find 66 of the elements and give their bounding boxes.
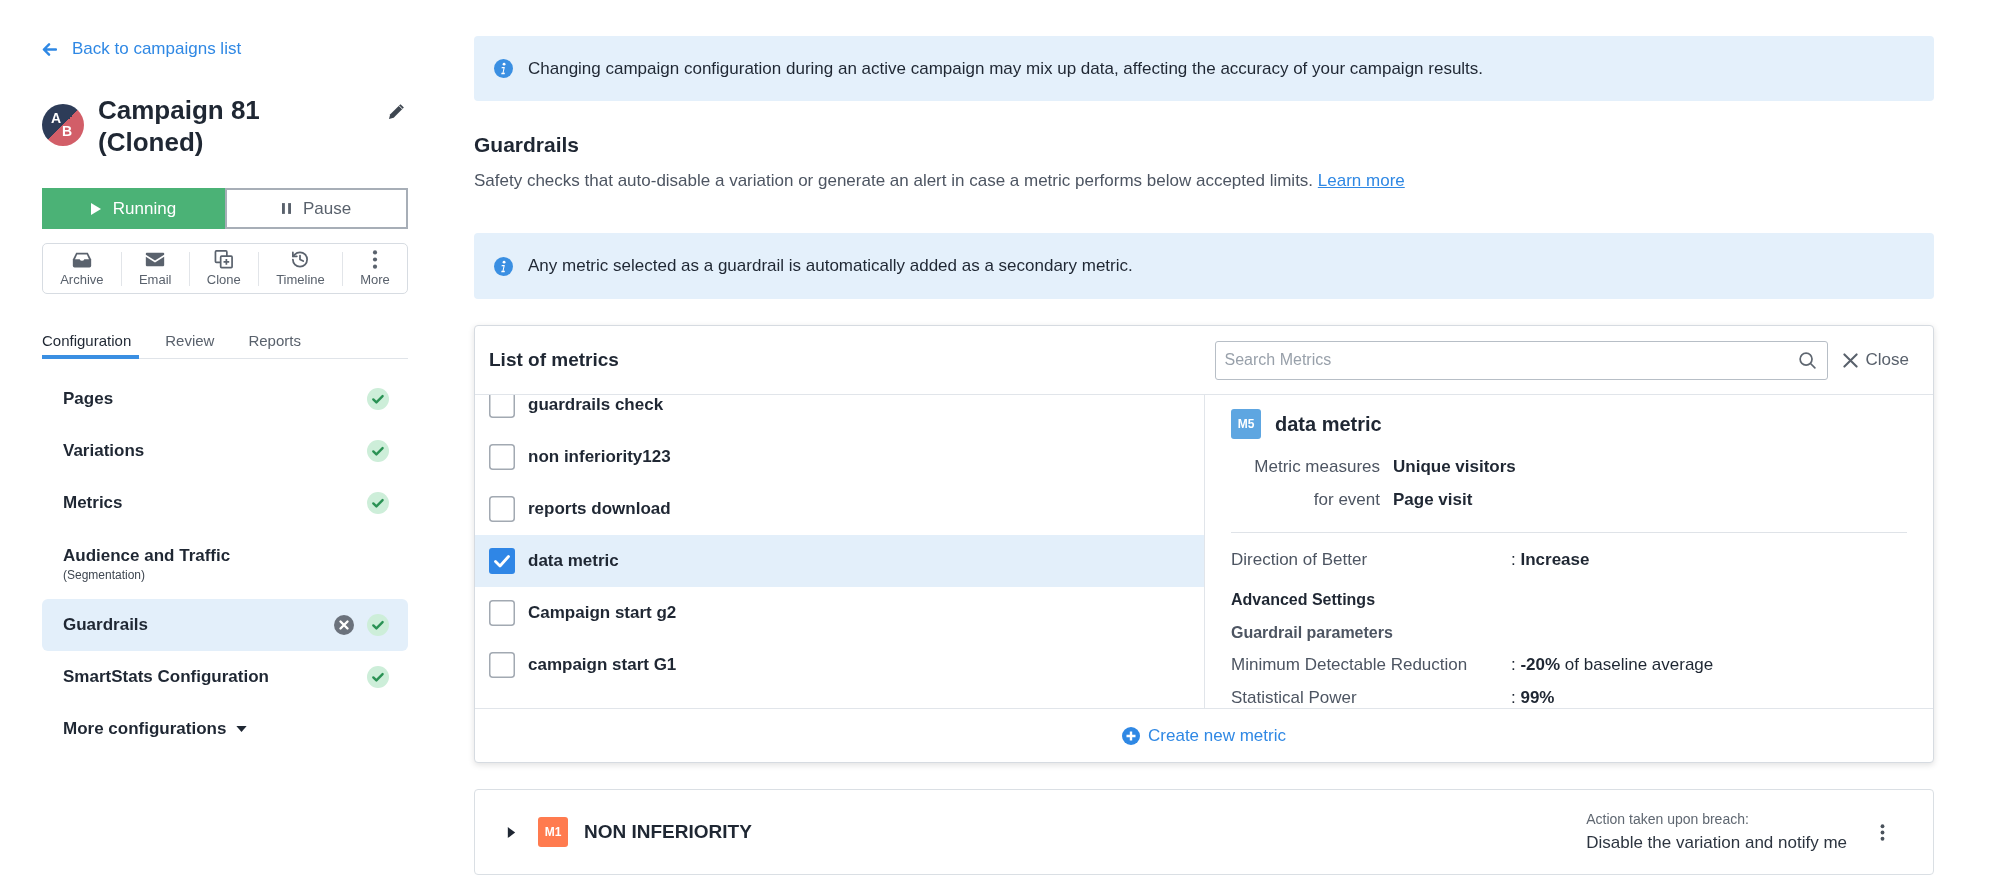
status-button[interactable]: Pause xyxy=(225,188,408,229)
detail-label: Direction of Better xyxy=(1231,549,1369,571)
checkbox[interactable] xyxy=(489,395,515,418)
panel-title: List of metrics xyxy=(489,347,619,372)
plus-circle-icon xyxy=(1122,726,1141,745)
toolbar-button[interactable]: Clone xyxy=(189,249,258,288)
tab[interactable]: Review xyxy=(165,331,223,359)
search-field[interactable]: Search Metrics xyxy=(1214,340,1828,380)
metric-id-badge: M5 xyxy=(1231,409,1261,439)
pause-icon xyxy=(281,203,291,214)
learn-more-link[interactable]: Learn more xyxy=(1317,171,1405,190)
metric-list-item[interactable]: data metric xyxy=(475,535,1204,587)
search-icon xyxy=(1798,351,1816,369)
action-value: Disable the variation and notify me xyxy=(1586,832,1847,854)
toolbar-button[interactable]: Timeline xyxy=(258,249,342,288)
play-icon xyxy=(90,202,101,215)
more-vertical-icon xyxy=(372,249,378,269)
avatar-letter: B xyxy=(62,124,73,138)
back-link[interactable]: Back to campaigns list xyxy=(42,37,242,61)
remove-icon[interactable] xyxy=(334,615,354,635)
detail-value: : 99% xyxy=(1511,687,1555,708)
close-button[interactable]: Close xyxy=(1842,347,1909,373)
detail-value: : Increase xyxy=(1511,549,1590,571)
detail-label: Metric measures xyxy=(1253,456,1380,478)
tab[interactable]: Reports xyxy=(248,331,309,359)
section-title: Guardrails xyxy=(474,132,581,158)
advanced-settings-heading: Advanced Settings xyxy=(1231,590,1377,610)
checkbox[interactable] xyxy=(489,444,515,470)
more-vertical-icon xyxy=(1879,822,1885,842)
toolbar-button[interactable]: More xyxy=(343,249,407,288)
toolbar-button[interactable]: Archive xyxy=(43,249,121,288)
create-metric-button[interactable]: Create new metric xyxy=(1122,722,1286,749)
more-configurations-button[interactable]: More configurations xyxy=(42,703,248,755)
detail-label: Statistical Power xyxy=(1231,687,1358,708)
pencil-icon[interactable] xyxy=(388,103,405,120)
campaign-title: Campaign 81 (Cloned) xyxy=(98,94,261,158)
close-icon xyxy=(1842,352,1858,368)
checkbox[interactable] xyxy=(489,652,515,678)
nav-item[interactable]: Guardrails xyxy=(42,599,408,651)
copy-plus-icon xyxy=(213,249,234,269)
checkbox[interactable] xyxy=(489,600,515,626)
tab[interactable]: Configuration xyxy=(42,331,140,359)
detail-value: Unique visitors xyxy=(1393,456,1516,478)
checkbox[interactable] xyxy=(489,496,515,522)
info-text: Any metric selected as a guardrail is automatically added as a secondary metric. xyxy=(528,255,1133,278)
checkbox[interactable] xyxy=(489,548,515,574)
notice-text: Changing campaign configuration during an active campaign may mix up data, affecting the accuracy of your campaign results. xyxy=(528,57,1484,80)
detail-label: Minimum Detectable Reduction xyxy=(1231,654,1469,676)
section-description: Safety checks that auto-disable a variation or generate an alert in case a metric performs below accepted limits. Learn more xyxy=(474,170,1406,192)
info-icon xyxy=(494,256,513,276)
info-icon xyxy=(494,59,513,78)
guardrail-name: NON INFERIORITY xyxy=(584,819,752,844)
detail-value: : -20% of baseline average xyxy=(1511,654,1714,676)
detail-value: Page visit xyxy=(1393,489,1473,511)
metric-id-badge: M1 xyxy=(538,817,568,847)
caret-right-icon[interactable] xyxy=(506,825,517,839)
metric-title: data metric xyxy=(1275,412,1382,436)
nav-item-sublabel: (Segmentation) xyxy=(63,567,147,583)
guardrail-parameters-heading: Guardrail parameters xyxy=(1231,623,1394,643)
avatar-letter: A xyxy=(51,111,62,125)
detail-label: for event xyxy=(1312,489,1380,511)
history-icon xyxy=(290,249,311,269)
arrow-left-icon xyxy=(42,42,57,56)
action-label: Action taken upon breach: xyxy=(1586,810,1750,828)
caret-down-icon xyxy=(236,726,248,732)
toolbar-button[interactable]: Email xyxy=(121,249,189,288)
